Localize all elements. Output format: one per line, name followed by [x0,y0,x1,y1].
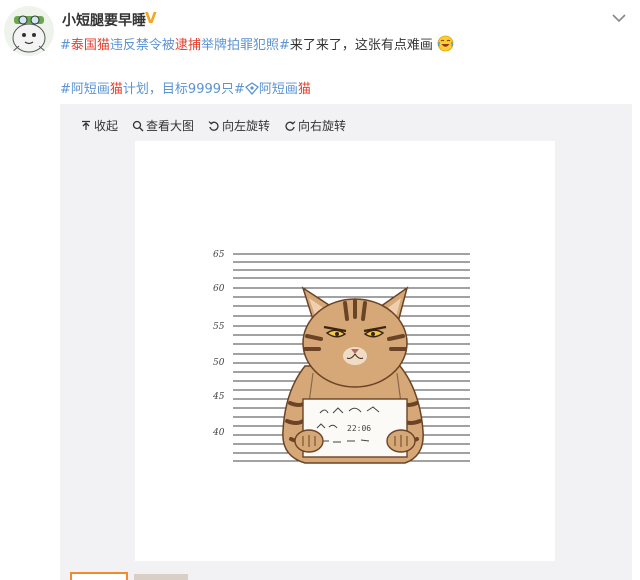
chevron-down-icon[interactable] [610,10,628,24]
topic-text[interactable]: 计划，目标9999只# [123,82,245,97]
height-mark: 45 [212,392,225,402]
author-name[interactable]: 小短腿要早睡 [62,10,146,30]
topic-text[interactable]: 违反禁令被 [110,38,175,53]
topic-text[interactable]: 举牌拍罪犯照# [201,38,290,53]
image-toolbar: 收起 查看大图 向左旋转 向右旋转 [80,117,346,134]
avatar[interactable] [4,6,54,56]
height-mark: 40 [212,428,225,438]
verified-badge: V [145,9,157,27]
topic-keyword-highlight[interactable]: 泰国猫 [71,38,110,53]
post-text-line2: #阿短画猫计划，目标9999只# 阿短画猫 [60,81,311,102]
media-viewer: 收起 查看大图 向左旋转 向右旋转 65 60 55 50 45 40 22:0… [60,104,632,580]
laugh-cry-emoji [437,35,454,58]
post-body-text: 来了来了，这张有点难画 [289,38,433,53]
height-mark: 65 [213,250,225,260]
topic-keyword-highlight[interactable]: 猫 [298,82,311,97]
thumbnail[interactable] [134,574,188,580]
topic-text[interactable]: #阿短画 [60,82,110,97]
height-mark: 60 [213,284,225,294]
sign-time-text: 22:06 [347,424,371,433]
collapse-button[interactable]: 收起 [80,117,118,134]
collapse-icon [82,120,90,130]
rotate-right-button[interactable]: 向右旋转 [284,117,346,134]
magnifier-icon [132,120,144,131]
topic-keyword-highlight[interactable]: 猫 [110,82,123,97]
collapse-label: 收起 [94,119,119,133]
rotate-right-icon [285,120,296,131]
rotate-left-label: 向左旋转 [222,119,271,133]
mugshot-cat-illustration: 65 60 55 50 45 40 22:06 [212,250,470,464]
post-image[interactable]: 65 60 55 50 45 40 22:06 [135,141,555,561]
super-topic-icon [244,82,259,102]
super-topic-text[interactable]: 阿短画 [259,82,298,97]
topic-keyword-highlight[interactable]: 逮捕 [175,38,201,53]
height-mark: 50 [213,358,225,368]
post-text-line1: #泰国猫违反禁令被逮捕举牌拍罪犯照#来了来了，这张有点难画 [60,35,454,58]
view-large-label: 查看大图 [146,119,195,133]
height-mark: 55 [213,322,225,332]
weibo-post: 小短腿要早睡 V #泰国猫违反禁令被逮捕举牌拍罪犯照#来了来了，这张有点难画 #… [0,0,640,580]
rotate-right-label: 向右旋转 [298,119,347,133]
rotate-left-icon [208,120,219,131]
thumbnail-selected[interactable] [70,572,128,580]
view-large-button[interactable]: 查看大图 [132,117,194,134]
rotate-left-button[interactable]: 向左旋转 [208,117,270,134]
topic-hash[interactable]: # [60,38,71,53]
